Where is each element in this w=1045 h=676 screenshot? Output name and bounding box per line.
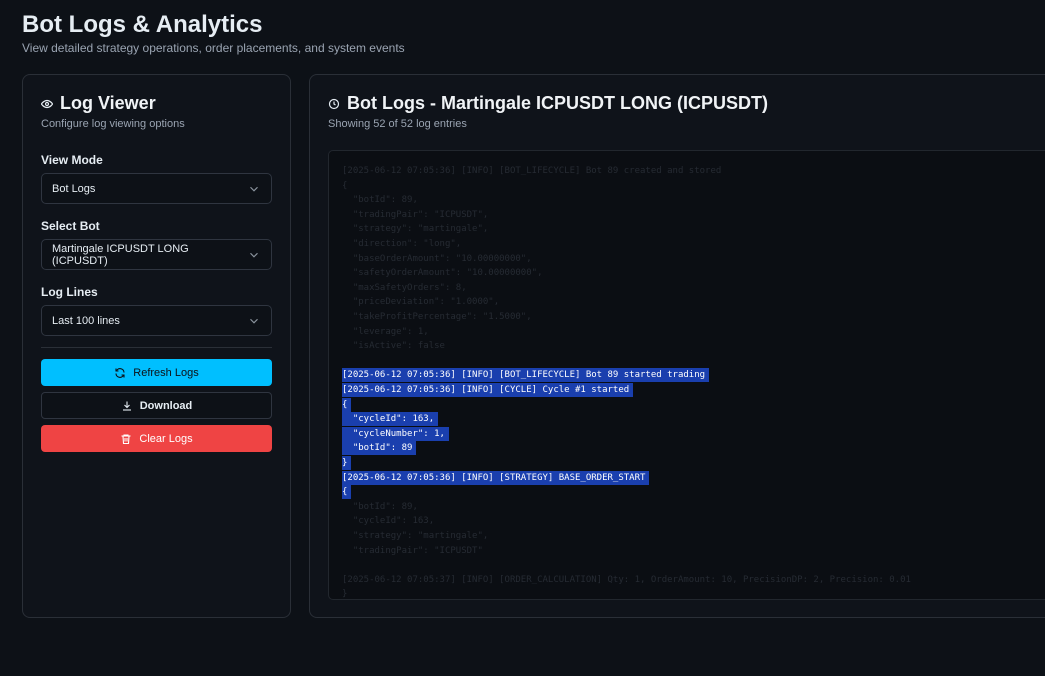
log-line: "cycleNumber": 1, — [342, 426, 449, 441]
divider — [41, 347, 272, 348]
select-bot-value: Martingale ICPUSDT LONG (ICPUSDT) — [52, 242, 189, 267]
log-line: { — [342, 397, 352, 412]
log-line: [2025-06-12 07:05:36] [INFO] [CYCLE] Cyc… — [342, 383, 634, 397]
download-button[interactable]: Download — [41, 392, 272, 419]
download-label: Download — [139, 399, 193, 412]
log-line: [2025-06-12 07:05:36] [INFO] [BOT_LIFECY… — [342, 368, 710, 383]
clear-logs-button[interactable]: Clear Logs — [41, 425, 272, 452]
log-line: "tradingPair": "ICPUSDT" — [342, 545, 483, 556]
chevron-down-icon — [250, 252, 258, 258]
log-viewer-panel: Log Viewer Configure log viewing options… — [22, 74, 291, 618]
log-line: "tradingPair": "ICPUSDT", — [342, 209, 489, 220]
log-line: "leverage": 1, — [342, 326, 429, 337]
log-output[interactable]: [2025-06-12 07:05:36] [INFO] [BOT_LIFECY… — [328, 150, 1045, 600]
log-line: "botId": 89, — [342, 195, 418, 206]
log-line: [2025-06-12 07:05:37] [INFO] [ORDER_CALC… — [342, 574, 911, 585]
log-line: "cycleId": 163, — [342, 412, 439, 427]
select-bot-select[interactable]: Martingale ICPUSDT LONG (ICPUSDT) — [41, 239, 272, 270]
log-line: "takeProfitPercentage": "1.5000", — [342, 312, 532, 322]
chevron-down-icon — [250, 186, 258, 192]
log-line: [2025-06-12 07:05:36] [INFO] [BOT_LIFECY… — [342, 166, 722, 176]
log-count-text: Showing 52 of 52 log entries — [328, 118, 467, 130]
log-viewer-description: Configure log viewing options — [41, 118, 185, 130]
log-line: "priceDeviation": "1.0000", — [342, 297, 500, 308]
refresh-logs-button[interactable]: Refresh Logs — [41, 359, 272, 386]
select-bot-label: Select Bot — [41, 219, 100, 233]
refresh-icon — [115, 367, 125, 378]
log-line: "botId": 89 — [342, 441, 417, 456]
log-line: } — [342, 589, 348, 600]
eye-icon — [41, 99, 53, 108]
view-mode-value: Bot Logs — [52, 182, 96, 195]
log-line: "botId": 89, — [342, 501, 418, 512]
log-viewer-title: Log Viewer — [60, 93, 156, 113]
log-line: [2025-06-12 07:05:36] [INFO] [STRATEGY] … — [342, 470, 650, 485]
log-line: { — [342, 485, 352, 500]
clock-icon — [328, 98, 340, 109]
chevron-down-icon — [250, 318, 258, 324]
log-line: "isActive": false — [342, 341, 445, 352]
log-line: "strategy": "martingale", — [342, 224, 489, 235]
log-lines-value: Last 100 lines — [52, 314, 120, 327]
bot-logs-header: Bot Logs - Martingale ICPUSDT LONG (ICPU… — [328, 93, 768, 114]
clear-logs-label: Clear Logs — [139, 432, 193, 445]
log-line: "maxSafetyOrders": 8, — [342, 282, 467, 293]
log-line: "baseOrderAmount": "10.00000000", — [342, 253, 532, 264]
bot-logs-title: Bot Logs - Martingale ICPUSDT LONG (ICPU… — [347, 93, 768, 113]
refresh-logs-label: Refresh Logs — [133, 366, 199, 379]
log-viewer-header: Log Viewer — [41, 93, 156, 114]
log-lines-select[interactable]: Last 100 lines — [41, 305, 272, 336]
log-line: "cycleId": 163, — [342, 516, 435, 527]
download-icon — [122, 401, 131, 411]
view-mode-label: View Mode — [41, 153, 103, 167]
log-line: } — [342, 456, 352, 470]
log-line: "safetyOrderAmount": "10.00000000", — [342, 268, 543, 279]
log-line: { — [342, 180, 348, 191]
view-mode-select[interactable]: Bot Logs — [41, 173, 272, 204]
log-lines-label: Log Lines — [41, 285, 98, 299]
log-line: "strategy": "martingale", — [342, 531, 489, 541]
page-title: Bot Logs & Analytics — [22, 11, 263, 38]
log-line: "direction": "long", — [342, 239, 462, 249]
trash-icon — [121, 433, 131, 444]
bot-logs-panel: Bot Logs - Martingale ICPUSDT LONG (ICPU… — [309, 74, 1045, 618]
page-subtitle: View detailed strategy operations, order… — [22, 41, 405, 55]
